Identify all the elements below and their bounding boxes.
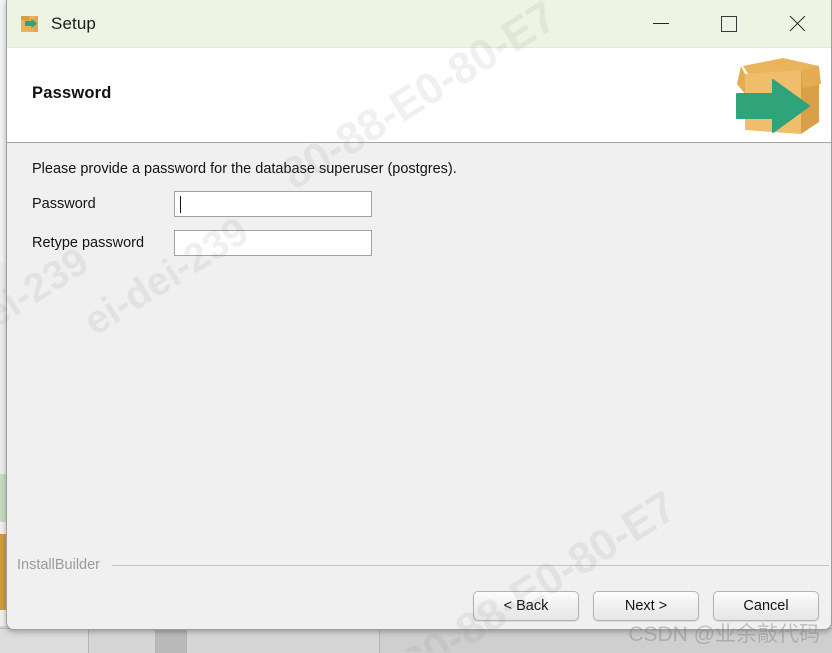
setup-dialog-window: Setup Password — [6, 0, 832, 630]
page-title: Password — [32, 84, 112, 103]
installer-box-icon — [19, 13, 41, 35]
text-caret — [180, 196, 181, 213]
back-button[interactable]: < Back — [473, 591, 579, 621]
installer-box-arrow-icon — [723, 50, 821, 142]
footer-divider — [112, 565, 829, 566]
installbuilder-label: InstallBuilder — [17, 557, 100, 573]
taskbar-segment — [0, 629, 89, 653]
close-button[interactable] — [763, 0, 831, 47]
close-icon — [788, 15, 806, 33]
taskbar-segment — [380, 629, 832, 653]
next-button[interactable]: Next > — [593, 591, 699, 621]
taskbar-segment — [156, 629, 187, 653]
retype-password-input[interactable] — [174, 230, 372, 256]
password-field-row: Password — [32, 191, 96, 217]
taskbar-segment — [187, 629, 380, 653]
maximize-icon — [721, 16, 737, 32]
minimize-button[interactable] — [627, 0, 695, 47]
maximize-button[interactable] — [695, 0, 763, 47]
retype-password-field-row: Retype password — [32, 230, 144, 256]
dialog-button-row: < Back Next > Cancel — [473, 591, 819, 621]
installbuilder-brand-row: InstallBuilder — [7, 557, 831, 573]
title-bar: Setup — [7, 0, 831, 48]
taskbar-band — [0, 628, 832, 653]
cancel-button[interactable]: Cancel — [713, 591, 819, 621]
minimize-icon — [653, 23, 669, 24]
taskbar-segment — [89, 629, 156, 653]
window-title: Setup — [51, 14, 96, 34]
retype-password-label: Retype password — [32, 235, 144, 251]
password-label: Password — [32, 196, 96, 212]
page-header: Password — [7, 48, 831, 143]
instruction-text: Please provide a password for the databa… — [32, 161, 457, 177]
password-input[interactable] — [174, 191, 372, 217]
window-controls — [627, 0, 831, 47]
